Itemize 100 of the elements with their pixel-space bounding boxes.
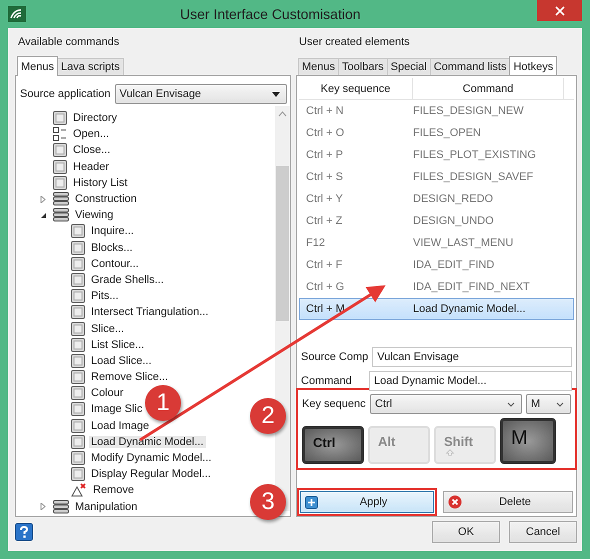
tab[interactable]: Special (386, 58, 431, 75)
table-cell: VIEW_LAST_MENU (413, 237, 514, 249)
keycap[interactable]: M (500, 418, 556, 464)
tree-item[interactable]: Inquire... (89, 225, 136, 238)
field-label: Key sequenc (302, 398, 366, 410)
command-icon (71, 289, 85, 304)
table-cell-text: Ctrl + N (305, 105, 345, 117)
command-icon (71, 272, 85, 287)
command-icon (71, 256, 85, 271)
command-icon (71, 322, 85, 336)
tree-item[interactable]: Intersect Triangulation... (89, 306, 210, 318)
table-cell: DESIGN_REDO (413, 193, 494, 205)
table-row[interactable]: F12 VIEW_LAST_MENU (299, 232, 574, 254)
tree-item[interactable]: History List (71, 176, 130, 189)
section-heading: Available commands (18, 36, 120, 50)
tab[interactable]: Command lists (430, 58, 510, 75)
tree-item[interactable]: Load Slice... (89, 354, 154, 367)
table-row[interactable]: Ctrl + Y DESIGN_REDO (299, 188, 574, 210)
input-field[interactable]: Load Dynamic Model... (369, 371, 572, 391)
column-header[interactable]: Key sequence (299, 78, 414, 99)
tree-item[interactable]: Colour (89, 387, 126, 400)
app-icon (8, 6, 26, 22)
tab[interactable]: Toolbars (338, 58, 388, 75)
command-icon (71, 418, 85, 433)
tree-item[interactable]: List Slice... (89, 338, 146, 351)
dropdown[interactable]: Ctrl (370, 394, 522, 414)
tree-item[interactable]: Contour... (89, 258, 141, 270)
tree-item[interactable]: Header (71, 160, 112, 173)
expand-arrow-icon[interactable] (40, 196, 47, 203)
table-cell-text: Ctrl + Z (305, 215, 344, 227)
dialog-button[interactable]: OK (432, 521, 500, 543)
chevron-down-icon (507, 402, 515, 406)
table-cell: FILES_DESIGN_NEW (413, 105, 524, 117)
table-cell: DESIGN_UNDO (413, 215, 494, 227)
tree-item[interactable]: Directory (71, 112, 120, 124)
collapse-arrow-icon[interactable] (40, 212, 47, 219)
column-header[interactable]: Command (413, 78, 564, 99)
keycap[interactable]: Ctrl (302, 426, 364, 464)
table-row[interactable]: Ctrl + F IDA_EDIT_FIND (299, 254, 574, 276)
table-cell: FILES_DESIGN_SAVEF (413, 171, 534, 183)
field-label: Command (301, 375, 353, 387)
tree-item[interactable]: Close... (71, 144, 112, 156)
command-icon (53, 111, 67, 126)
tab[interactable]: Menus (17, 56, 58, 76)
dialog-button[interactable]: Cancel (509, 521, 577, 543)
apply-button[interactable]: Apply (300, 491, 434, 513)
stack-icon (53, 500, 69, 514)
table-row[interactable]: Ctrl + S FILES_DESIGN_SAVEF (299, 166, 574, 188)
scrollbar[interactable] (275, 106, 290, 511)
expand-arrow-icon[interactable] (40, 503, 47, 510)
tree-item[interactable]: Load Image (89, 420, 152, 432)
close-button[interactable] (537, 0, 582, 21)
close-icon (554, 6, 564, 16)
tree-item[interactable]: Remove Slice... (89, 371, 170, 384)
dropdown[interactable]: Vulcan Envisage (114, 84, 288, 104)
tab[interactable]: Menus (298, 58, 340, 75)
tree-item[interactable]: Display Regular Model... (89, 468, 213, 480)
help-icon (15, 523, 33, 541)
table-row[interactable]: Ctrl + P FILES_PLOT_EXISTING (299, 144, 574, 166)
table-cell: FILES_PLOT_EXISTING (413, 149, 536, 161)
tree-item[interactable]: Modify Dynamic Model... (89, 452, 214, 464)
dropdown[interactable]: M (526, 394, 571, 414)
tab[interactable]: Lava scripts (57, 58, 124, 75)
tree-item[interactable]: Pits... (89, 290, 121, 302)
section-heading: User created elements (299, 36, 411, 50)
delete-button[interactable]: Delete (443, 491, 574, 513)
table-row[interactable]: Ctrl + N FILES_DESIGN_NEW (299, 100, 574, 122)
tree-item[interactable]: Construction (73, 193, 139, 206)
tab[interactable]: Hotkeys (509, 56, 558, 76)
table-row[interactable]: Ctrl + Z DESIGN_UNDO (299, 210, 574, 232)
command-icon (71, 451, 85, 466)
command-icon (71, 354, 85, 368)
command-icon (71, 434, 85, 449)
tree-item[interactable]: Remove (91, 484, 136, 496)
help-button[interactable] (15, 523, 33, 541)
command-icon (53, 143, 67, 158)
table-cell-text: F12 (305, 237, 326, 249)
tree-item[interactable]: Manipulation (73, 500, 140, 513)
table-row[interactable]: Ctrl + G IDA_EDIT_FIND_NEXT (299, 276, 574, 298)
tree-item[interactable]: Open... (71, 128, 112, 140)
tree-item[interactable]: Blocks... (89, 242, 135, 254)
tree-item[interactable]: Slice... (89, 322, 126, 335)
table-cell-text: Ctrl + P (305, 149, 344, 161)
tree-item[interactable]: Viewing (73, 209, 116, 222)
command-icon (71, 402, 85, 416)
dropdown-arrow-icon (272, 92, 280, 96)
tree-item[interactable]: Image Slic (89, 403, 144, 416)
tree-item[interactable]: Grade Shells... (89, 274, 166, 286)
remove-icon (71, 483, 87, 498)
tree-item[interactable]: Load Dynamic Model... (89, 436, 206, 448)
stack-icon (53, 208, 69, 222)
field-label: Source application (20, 88, 111, 100)
table-cell: Load Dynamic Model... (413, 303, 526, 315)
table-cell-text: Ctrl + Y (305, 193, 344, 205)
table-row[interactable]: Ctrl + O FILES_OPEN (299, 122, 574, 144)
command-icon (71, 386, 85, 400)
table-cell: IDA_EDIT_FIND (413, 259, 494, 271)
command-icon (53, 160, 67, 174)
command-icon (71, 370, 85, 384)
input-field[interactable]: Vulcan Envisage (372, 347, 572, 367)
